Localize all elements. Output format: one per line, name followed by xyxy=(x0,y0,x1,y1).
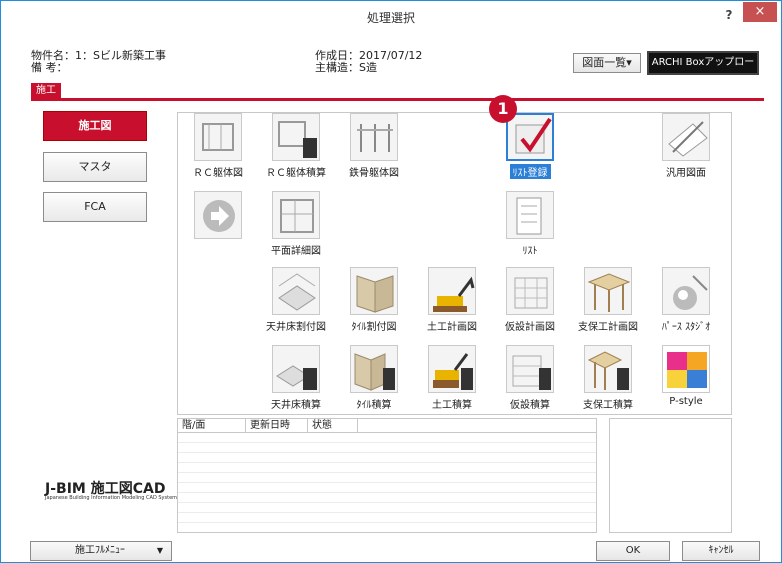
list-icon xyxy=(506,191,554,239)
item-label: ﾀｲﾙ割付図 xyxy=(351,322,397,333)
item-earthwork-estimate[interactable]: 土工積算 xyxy=(412,345,492,411)
cancel-button[interactable]: ｷｬﾝｾﾙ xyxy=(682,541,760,561)
item-label: 鉄骨躯体図 xyxy=(349,168,399,179)
column-header[interactable]: 更新日時 xyxy=(246,419,308,432)
drawing-table: 階/面 更新日時 状態 xyxy=(177,418,597,533)
sidebar-item-construction-drawing[interactable]: 施工図 xyxy=(43,111,147,141)
pstyle-icon xyxy=(662,345,710,393)
table-row[interactable] xyxy=(178,463,596,473)
item-label: 仮設計画図 xyxy=(505,322,555,333)
general-drawing-icon xyxy=(662,113,710,161)
table-header: 階/面 更新日時 状態 xyxy=(178,419,596,433)
item-label: 汎用図面 xyxy=(666,168,706,179)
item-label: 仮設積算 xyxy=(510,400,550,411)
table-row[interactable] xyxy=(178,443,596,453)
item-rc-frame-drawing[interactable]: ＲＣ躯体図 xyxy=(178,113,258,179)
tile-estimate-icon xyxy=(350,345,398,393)
floor-detail-icon xyxy=(272,191,320,239)
dropdown-label: 施工ﾌﾙﾒﾆｭｰ xyxy=(75,545,125,556)
shoring-plan-icon xyxy=(584,267,632,315)
dialog-window: 処理選択 ? × 物件名：1：Sビル新築工事 備 考： 作成日：2017/07/… xyxy=(0,0,782,563)
main-structure: 主構造：S造 xyxy=(315,61,377,74)
item-general-drawing[interactable]: 汎用図面 xyxy=(646,113,726,179)
item-label: ﾘｽﾄ xyxy=(522,246,538,257)
item-tile-layout[interactable]: ﾀｲﾙ割付図 xyxy=(334,267,414,333)
item-label: ＲＣ躯体積算 xyxy=(266,168,326,179)
item-label: ﾀｲﾙ積算 xyxy=(356,400,392,411)
item-next-arrow[interactable] xyxy=(178,191,258,242)
property-note: 備 考： xyxy=(31,61,68,74)
item-ceiling-floor-estimate[interactable]: 天井床積算 xyxy=(256,345,336,411)
temporary-estimate-icon xyxy=(506,345,554,393)
sidebar-item-master[interactable]: マスタ xyxy=(43,152,147,182)
tile-layout-icon xyxy=(350,267,398,315)
item-label: ﾊﾟｰｽ ｽﾀｼﾞｵ xyxy=(661,322,711,333)
brand-subtitle: Japanese Building Information Modeling C… xyxy=(45,495,178,501)
temporary-plan-icon xyxy=(506,267,554,315)
item-list[interactable]: ﾘｽﾄ xyxy=(490,191,570,257)
construction-menu-dropdown[interactable]: 施工ﾌﾙﾒﾆｭｰ ▼ xyxy=(30,541,172,561)
table-row[interactable] xyxy=(178,513,596,523)
item-pstyle[interactable]: P-style xyxy=(646,345,726,407)
perspective-studio-icon xyxy=(662,267,710,315)
steel-frame-drawing-icon xyxy=(350,113,398,161)
item-label: ＲＣ躯体図 xyxy=(193,168,243,179)
table-row[interactable] xyxy=(178,493,596,503)
tab-construction[interactable]: 施工 xyxy=(31,83,61,99)
chevron-down-icon: ▼ xyxy=(156,546,163,555)
close-button[interactable]: × xyxy=(743,2,777,22)
shoring-estimate-icon xyxy=(584,345,632,393)
item-shoring-plan[interactable]: 支保工計画図 xyxy=(568,267,648,333)
title-bar: 処理選択 ? × xyxy=(1,1,781,31)
item-temporary-plan[interactable]: 仮設計画図 xyxy=(490,267,570,333)
table-row[interactable] xyxy=(178,473,596,483)
item-label: 土工計画図 xyxy=(427,322,477,333)
item-floor-detail[interactable]: 平面詳細図 xyxy=(256,191,336,257)
item-label: 平面詳細図 xyxy=(271,246,321,257)
step-callout-badge: 1 xyxy=(489,95,517,123)
preview-panel xyxy=(609,418,732,533)
archi-box-upload-button[interactable]: ARCHI Boxアップロード xyxy=(647,51,759,88)
table-row[interactable] xyxy=(178,453,596,463)
item-steel-frame-drawing[interactable]: 鉄骨躯体図 xyxy=(334,113,414,179)
property-info: 物件名：1：Sビル新築工事 備 考： xyxy=(31,50,166,74)
item-label: P-style xyxy=(669,396,703,407)
project-info: 作成日：2017/07/12 主構造：S造 xyxy=(315,50,422,74)
ceiling-floor-estimate-icon xyxy=(272,345,320,393)
list-register-icon xyxy=(506,113,554,161)
item-label: 天井床割付図 xyxy=(266,322,326,333)
drawing-list-button[interactable]: 図面一覧▾ xyxy=(573,53,641,73)
column-header[interactable]: 状態 xyxy=(308,419,358,432)
item-label: ﾘｽﾄ登録 xyxy=(509,164,551,179)
category-sidebar: 施工図 マスタ FCA J-BIM 施工図CAD Japanese Buildi… xyxy=(31,101,178,534)
ok-button[interactable]: OK xyxy=(596,541,670,561)
arrow-next-icon xyxy=(194,191,242,239)
column-header[interactable]: 階/面 xyxy=(178,419,246,432)
function-grid: ＲＣ躯体図 ＲＣ躯体積算 鉄骨躯体図 ﾘｽﾄ登録 汎用図面 平面詳細図 ﾘｽﾄ … xyxy=(177,112,732,415)
earthwork-estimate-icon xyxy=(428,345,476,393)
table-row[interactable] xyxy=(178,483,596,493)
item-tile-estimate[interactable]: ﾀｲﾙ積算 xyxy=(334,345,414,411)
item-ceiling-floor-layout[interactable]: 天井床割付図 xyxy=(256,267,336,333)
item-temporary-estimate[interactable]: 仮設積算 xyxy=(490,345,570,411)
ceiling-floor-layout-icon xyxy=(272,267,320,315)
table-row[interactable] xyxy=(178,433,596,443)
rc-frame-drawing-icon xyxy=(194,113,242,161)
table-row[interactable] xyxy=(178,503,596,513)
item-earthwork-plan[interactable]: 土工計画図 xyxy=(412,267,492,333)
item-label: 土工積算 xyxy=(432,400,472,411)
window-title: 処理選択 xyxy=(366,11,415,25)
earthwork-plan-icon xyxy=(428,267,476,315)
item-shoring-estimate[interactable]: 支保工積算 xyxy=(568,345,648,411)
item-perspective-studio[interactable]: ﾊﾟｰｽ ｽﾀｼﾞｵ xyxy=(646,267,726,333)
item-label: 支保工積算 xyxy=(583,400,633,411)
item-label: 支保工計画図 xyxy=(578,322,638,333)
help-button[interactable]: ? xyxy=(719,6,739,24)
item-label: 天井床積算 xyxy=(271,400,321,411)
rc-frame-estimate-icon xyxy=(272,113,320,161)
sidebar-item-fca[interactable]: FCA xyxy=(43,192,147,222)
item-rc-frame-estimate[interactable]: ＲＣ躯体積算 xyxy=(256,113,336,179)
